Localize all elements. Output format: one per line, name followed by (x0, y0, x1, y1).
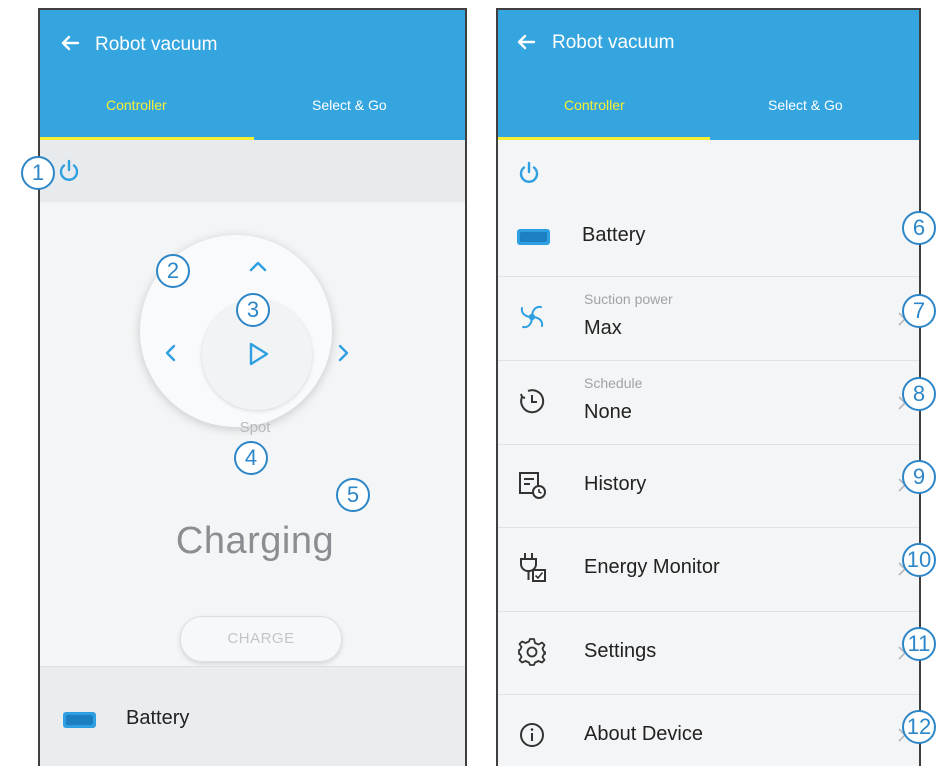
history-label: History (584, 473, 647, 495)
energy-monitor-row[interactable]: Energy Monitor (498, 528, 919, 612)
play-icon (249, 342, 269, 366)
device-menu-screen: Robot vacuum Controller Select & Go Batt… (496, 8, 921, 766)
app-title: Robot vacuum (552, 32, 675, 53)
active-tab-indicator (498, 137, 710, 140)
about-device-row[interactable]: About Device (498, 695, 919, 766)
left-arrow-icon[interactable] (158, 340, 184, 366)
about-device-label: About Device (584, 723, 703, 745)
power-icon[interactable] (56, 158, 82, 184)
callout-2: 2 (156, 254, 190, 288)
callout-5: 5 (336, 478, 370, 512)
callout-10: 10 (902, 543, 936, 577)
battery-row[interactable]: Battery (40, 666, 465, 766)
controller-screen: Robot vacuum Controller Select & Go Spot… (38, 8, 467, 766)
suction-power-sublabel: Suction power (584, 291, 673, 307)
spot-label: Spot (239, 419, 271, 436)
tab-controller[interactable]: Controller (564, 96, 625, 114)
history-icon (519, 472, 546, 499)
settings-row[interactable]: Settings (498, 612, 919, 695)
battery-icon (63, 712, 96, 728)
clock-icon (520, 389, 545, 414)
callout-4: 4 (234, 441, 268, 475)
battery-label: Battery (582, 224, 646, 246)
back-arrow-icon[interactable] (514, 30, 538, 54)
up-arrow-icon[interactable] (245, 253, 271, 279)
back-arrow-icon[interactable] (58, 31, 82, 55)
fan-icon (520, 305, 544, 329)
battery-label: Battery (126, 707, 190, 729)
callout-9: 9 (902, 460, 936, 494)
history-row[interactable]: History (498, 445, 919, 528)
schedule-row[interactable]: Schedule None (498, 361, 919, 445)
callout-3: 3 (236, 293, 270, 327)
settings-label: Settings (584, 640, 657, 662)
battery-row[interactable]: Battery (498, 196, 919, 277)
callout-6: 6 (902, 211, 936, 245)
app-title: Robot vacuum (95, 34, 218, 55)
power-bar (40, 140, 465, 202)
gear-icon (518, 638, 546, 666)
callout-1: 1 (21, 156, 55, 190)
charge-button[interactable]: CHARGE (180, 616, 342, 662)
info-icon (520, 723, 544, 747)
schedule-value: None (584, 401, 632, 423)
suction-power-value: Max (584, 317, 622, 339)
callout-12: 12 (902, 710, 936, 744)
app-bar: Robot vacuum Controller Select & Go (498, 10, 919, 140)
plug-icon (520, 553, 546, 582)
app-bar: Robot vacuum Controller Select & Go (40, 10, 465, 140)
energy-monitor-label: Energy Monitor (584, 556, 720, 578)
callout-8: 8 (902, 377, 936, 411)
tab-select-go[interactable]: Select & Go (768, 96, 843, 114)
schedule-sublabel: Schedule (584, 375, 643, 391)
status-text: Charging (175, 520, 335, 562)
callout-11: 11 (902, 627, 936, 661)
power-icon[interactable] (516, 160, 542, 186)
suction-power-row[interactable]: Suction power Max (498, 277, 919, 361)
battery-icon (517, 229, 550, 245)
callout-7: 7 (902, 294, 936, 328)
tab-select-go[interactable]: Select & Go (312, 96, 387, 114)
tab-controller[interactable]: Controller (106, 96, 167, 114)
right-arrow-icon[interactable] (330, 340, 356, 366)
